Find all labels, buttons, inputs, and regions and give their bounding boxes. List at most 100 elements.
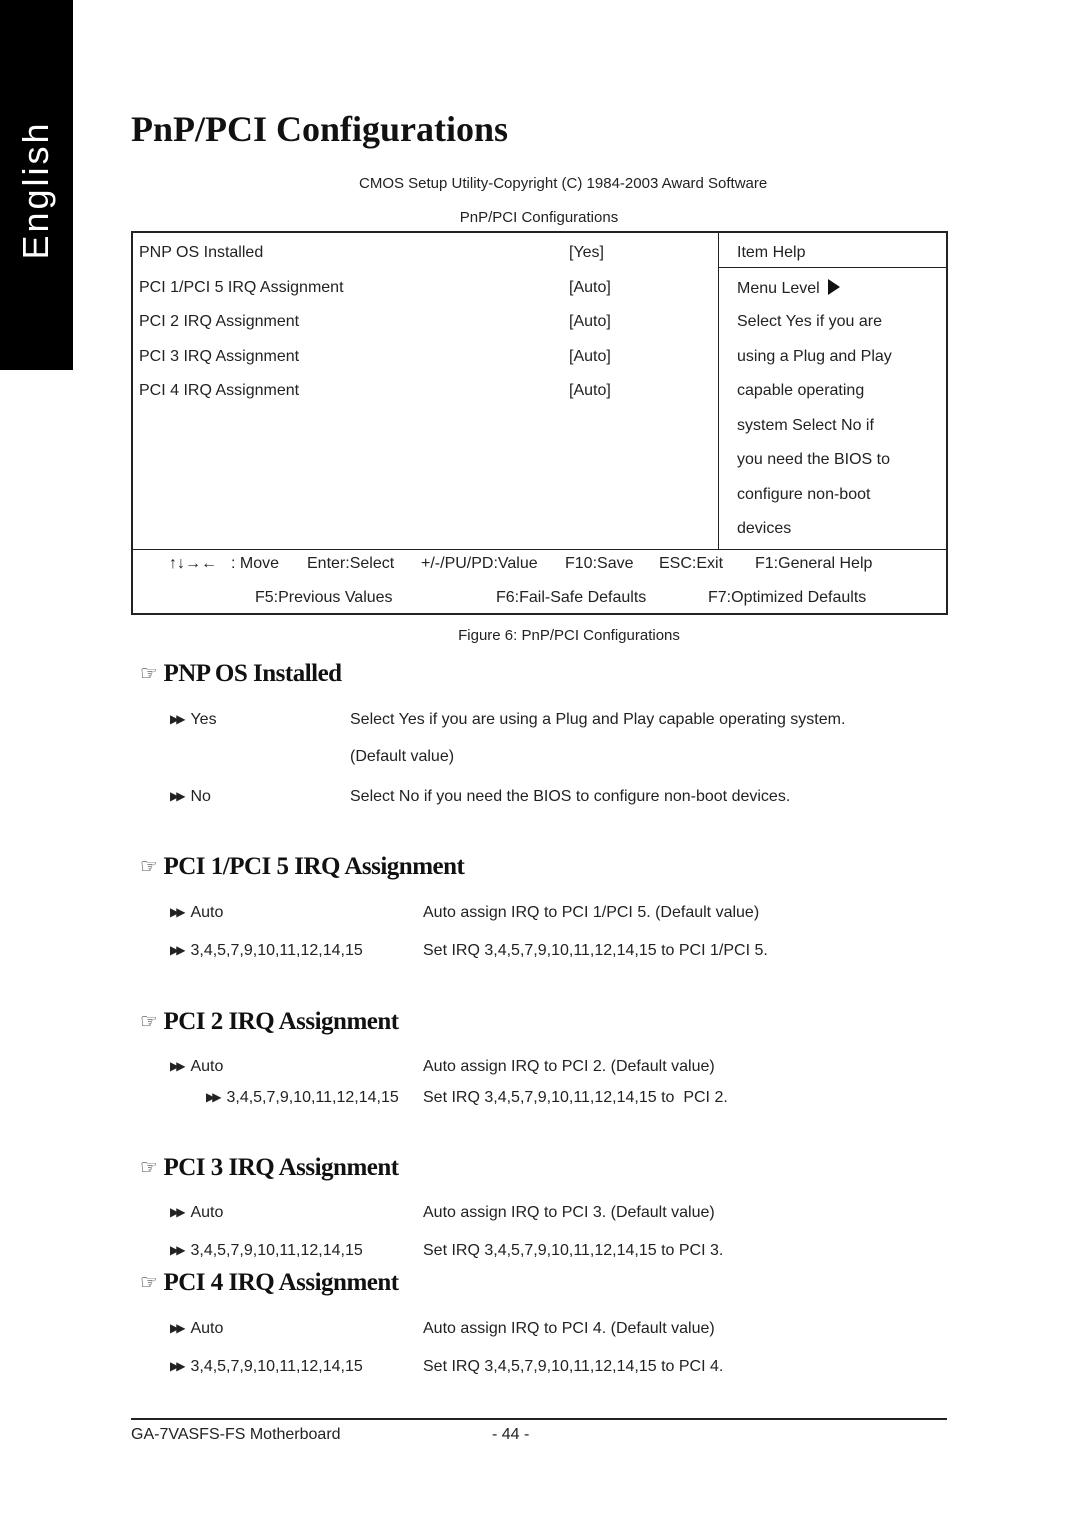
section-title-text: PNP OS Installed xyxy=(163,660,342,687)
language-side-tab-label-wrap: English xyxy=(0,0,73,370)
option-desc: Auto assign IRQ to PCI 2. (Default value… xyxy=(423,1058,715,1075)
section-title-pnp-os: ☞ PNP OS Installed xyxy=(140,660,342,688)
cmos-copyright: CMOS Setup Utility-Copyright (C) 1984-20… xyxy=(359,175,768,192)
option-desc: Auto assign IRQ to PCI 4. (Default value… xyxy=(423,1320,715,1337)
footer-product: GA-7VASFS-FS Motherboard xyxy=(131,1426,341,1443)
section-title-pci3: ☞ PCI 3 IRQ Assignment xyxy=(140,1154,399,1182)
option-text: 3,4,5,7,9,10,11,12,14,15 xyxy=(190,1358,363,1375)
help-text-line: you need the BIOS to xyxy=(737,451,890,468)
double-arrow-icon: ▶▶ xyxy=(170,1059,186,1073)
setting-value[interactable]: [Yes] xyxy=(569,244,604,262)
help-divider xyxy=(718,233,719,549)
section-title-pci2: ☞ PCI 2 IRQ Assignment xyxy=(140,1008,399,1036)
double-arrow-icon: ▶▶ xyxy=(170,905,186,919)
double-arrow-icon: ▶▶ xyxy=(206,1090,222,1104)
key-previous: F5:Previous Values xyxy=(255,589,393,606)
double-arrow-icon: ▶▶ xyxy=(170,1359,186,1373)
help-title-divider xyxy=(718,267,946,268)
language-label: English xyxy=(15,120,56,260)
option-label: ▶▶ 3,4,5,7,9,10,11,12,14,15 xyxy=(170,1242,363,1260)
setting-label[interactable]: PNP OS Installed xyxy=(139,244,263,262)
pointing-hand-icon: ☞ xyxy=(140,1009,158,1033)
section-title-text: PCI 2 IRQ Assignment xyxy=(163,1008,399,1035)
section-title-text: PCI 4 IRQ Assignment xyxy=(163,1269,399,1296)
option-desc: Auto assign IRQ to PCI 3. (Default value… xyxy=(423,1204,715,1221)
help-text-line: Select Yes if you are xyxy=(737,313,882,330)
option-text: Yes xyxy=(190,711,217,728)
help-text-line: using a Plug and Play xyxy=(737,348,892,365)
bios-screen: PNP OS Installed [Yes] PCI 1/PCI 5 IRQ A… xyxy=(131,231,948,615)
double-arrow-icon: ▶▶ xyxy=(170,1243,186,1257)
key-value: +/-/PU/PD:Value xyxy=(421,555,538,572)
option-text: No xyxy=(190,788,211,805)
setting-value[interactable]: [Auto] xyxy=(569,313,611,331)
arrow-keys-icon: ↑↓→← xyxy=(169,555,217,572)
help-text-line: capable operating xyxy=(737,382,865,399)
setting-label[interactable]: PCI 2 IRQ Assignment xyxy=(139,313,299,331)
key-optimized: F7:Optimized Defaults xyxy=(708,589,867,606)
key-move: : Move xyxy=(231,555,280,572)
double-arrow-icon: ▶▶ xyxy=(170,1205,186,1219)
section-title-text: PCI 3 IRQ Assignment xyxy=(163,1154,399,1181)
page-number: - 44 - xyxy=(492,1426,530,1443)
menu-level-label: Menu Level xyxy=(737,280,820,297)
key-enter: Enter:Select xyxy=(307,555,395,572)
option-label: ▶▶ 3,4,5,7,9,10,11,12,14,15 xyxy=(170,942,363,960)
pointing-hand-icon: ☞ xyxy=(140,854,158,878)
help-text-line: devices xyxy=(737,520,792,537)
menu-level-triangle-icon xyxy=(827,279,840,295)
key-exit: ESC:Exit xyxy=(659,555,724,572)
section-title-text: PCI 1/PCI 5 IRQ Assignment xyxy=(163,853,465,880)
option-desc: Set IRQ 3,4,5,7,9,10,11,12,14,15 to PCI … xyxy=(423,1358,724,1375)
option-text: Auto xyxy=(190,1058,224,1075)
keys-divider xyxy=(133,549,946,550)
menu-level: Menu Level xyxy=(737,279,840,298)
option-desc: Auto assign IRQ to PCI 1/PCI 5. (Default… xyxy=(423,904,760,921)
option-text: 3,4,5,7,9,10,11,12,14,15 xyxy=(190,1242,363,1259)
option-label: ▶▶ Auto xyxy=(170,1320,223,1338)
option-desc: Select No if you need the BIOS to config… xyxy=(350,788,791,805)
help-text-line: configure non-boot xyxy=(737,486,871,503)
key-failsafe: F6:Fail-Safe Defaults xyxy=(496,589,647,606)
item-help-title: Item Help xyxy=(737,244,806,261)
pointing-hand-icon: ☞ xyxy=(140,1155,158,1179)
option-desc: Select Yes if you are using a Plug and P… xyxy=(350,711,846,728)
setting-value[interactable]: [Auto] xyxy=(569,279,611,297)
option-text: Auto xyxy=(190,1204,224,1221)
pointing-hand-icon: ☞ xyxy=(140,1270,158,1294)
pointing-hand-icon: ☞ xyxy=(140,661,158,685)
double-arrow-icon: ▶▶ xyxy=(170,789,186,803)
option-desc: Set IRQ 3,4,5,7,9,10,11,12,14,15 to PCI … xyxy=(423,1242,724,1259)
option-label: ▶▶ Auto xyxy=(170,1058,223,1076)
cmos-screen-title: PnP/PCI Configurations xyxy=(459,209,619,226)
option-text: 3,4,5,7,9,10,11,12,14,15 xyxy=(226,1089,399,1106)
double-arrow-icon: ▶▶ xyxy=(170,943,186,957)
page-title: PnP/PCI Configurations xyxy=(131,109,509,149)
section-title-pci1-pci5: ☞ PCI 1/PCI 5 IRQ Assignment xyxy=(140,853,465,881)
option-label: ▶▶ Yes xyxy=(170,711,217,729)
option-label: ▶▶ Auto xyxy=(170,1204,223,1222)
section-title-pci4: ☞ PCI 4 IRQ Assignment xyxy=(140,1269,399,1297)
option-text: Auto xyxy=(190,1320,224,1337)
setting-label[interactable]: PCI 4 IRQ Assignment xyxy=(139,382,299,400)
footer-rule xyxy=(131,1418,947,1420)
setting-value[interactable]: [Auto] xyxy=(569,348,611,366)
option-desc: Set IRQ 3,4,5,7,9,10,11,12,14,15 to PCI … xyxy=(423,942,768,959)
option-text: 3,4,5,7,9,10,11,12,14,15 xyxy=(190,942,363,959)
option-desc-cont: (Default value) xyxy=(350,748,455,765)
option-text: Auto xyxy=(190,904,224,921)
option-label: ▶▶ 3,4,5,7,9,10,11,12,14,15 xyxy=(170,1358,363,1376)
option-label: ▶▶ 3,4,5,7,9,10,11,12,14,15 xyxy=(206,1089,399,1107)
option-label: ▶▶ No xyxy=(170,788,211,806)
double-arrow-icon: ▶▶ xyxy=(170,712,186,726)
setting-value[interactable]: [Auto] xyxy=(569,382,611,400)
option-desc: Set IRQ 3,4,5,7,9,10,11,12,14,15 to PCI … xyxy=(423,1089,728,1106)
help-text-line: system Select No if xyxy=(737,417,874,434)
option-label: ▶▶ Auto xyxy=(170,904,223,922)
key-help: F1:General Help xyxy=(755,555,873,572)
figure-caption: Figure 6: PnP/PCI Configurations xyxy=(458,627,680,644)
setting-label[interactable]: PCI 1/PCI 5 IRQ Assignment xyxy=(139,279,344,297)
key-save: F10:Save xyxy=(565,555,634,572)
setting-label[interactable]: PCI 3 IRQ Assignment xyxy=(139,348,299,366)
double-arrow-icon: ▶▶ xyxy=(170,1321,186,1335)
